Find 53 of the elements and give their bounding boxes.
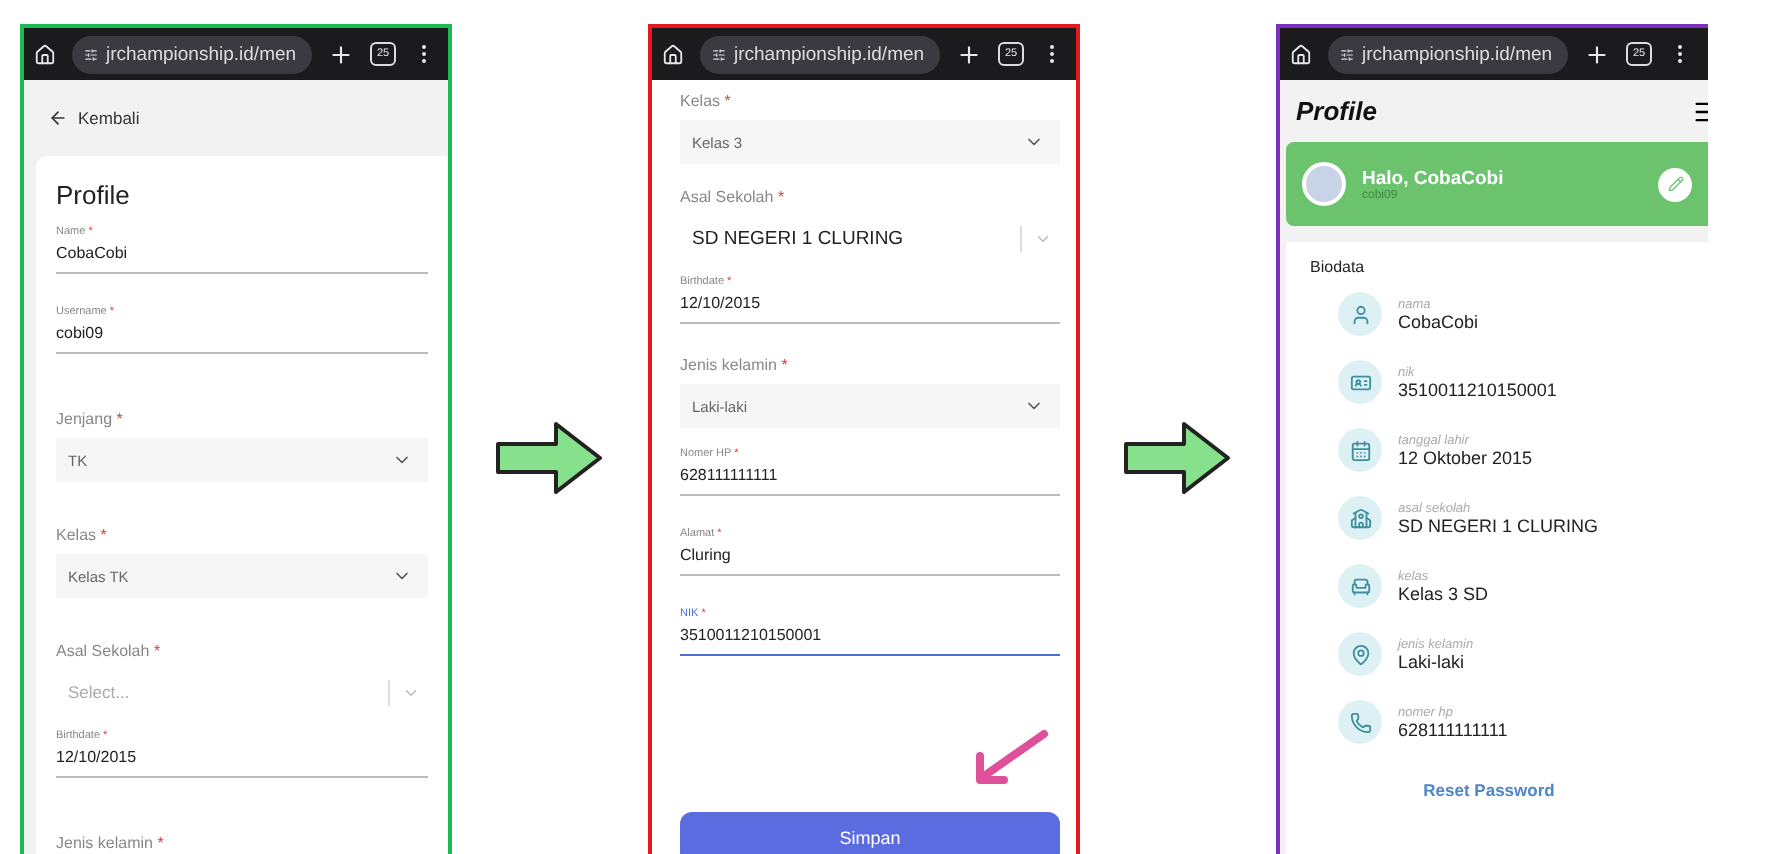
address-bar[interactable]: jrchampionship.id/men (72, 35, 312, 73)
site-settings-icon[interactable] (712, 47, 726, 61)
info-icon (1338, 292, 1382, 336)
save-button[interactable]: Simpan (680, 812, 1060, 854)
page-title: Profile (56, 180, 132, 210)
info-value: SD NEGERI 1 CLURING (1398, 515, 1599, 535)
info-value: Kelas 3 SD (1398, 583, 1489, 603)
info-value: 3510011210150001 (1398, 379, 1557, 399)
text-field[interactable]: 12/10/2015 (680, 288, 1060, 324)
field-label: Jenis kelamin * (680, 356, 790, 374)
back-link[interactable]: Kembali (48, 108, 448, 128)
new-tab-icon[interactable] (328, 41, 354, 67)
text-field[interactable]: Cluring (680, 540, 1060, 576)
info-icon (1338, 700, 1382, 744)
site-settings-icon[interactable] (84, 47, 98, 61)
text-field[interactable]: cobi09 (56, 318, 428, 354)
home-icon[interactable] (662, 43, 684, 65)
site-settings-icon[interactable] (1340, 47, 1354, 61)
info-icon (1338, 428, 1382, 472)
address-bar[interactable]: jrchampionship.id/men (700, 35, 940, 73)
field-label: Asal Sekolah * (680, 188, 787, 206)
text-field[interactable]: 12/10/2015 (56, 742, 428, 778)
info-value: 12 Oktober 2015 (1398, 447, 1533, 467)
info-value: CobaCobi (1398, 311, 1479, 331)
info-value: 628111111111 (1398, 719, 1508, 739)
field-label: Asal Sekolah * (56, 642, 163, 660)
new-tab-icon[interactable] (1584, 41, 1610, 67)
text-field[interactable]: CobaCobi (56, 238, 428, 274)
field-label: Kelas * (680, 92, 733, 110)
text-field[interactable]: 628111111111 (680, 460, 1060, 496)
reset-password-link[interactable]: Reset Password (1423, 780, 1555, 800)
address-bar[interactable]: jrchampionship.id/men (1328, 35, 1568, 73)
section-title: Biodata (1310, 258, 1367, 276)
text-field[interactable]: 3510011210150001 (680, 620, 1060, 656)
info-icon (1338, 496, 1382, 540)
pencil-icon (1667, 176, 1683, 192)
back-arrow-icon (48, 108, 68, 128)
info-icon (1338, 564, 1382, 608)
greeting: Halo, CobaCobi (1362, 167, 1506, 189)
field-label: Jenjang * (56, 410, 125, 428)
select-field[interactable]: SD NEGERI 1 CLURING (680, 216, 1060, 260)
field-label: Kelas * (56, 526, 109, 544)
arrow-icon (496, 420, 604, 496)
info-icon (1338, 632, 1382, 676)
new-tab-icon[interactable] (956, 41, 982, 67)
home-icon[interactable] (1290, 43, 1312, 65)
avatar (1302, 162, 1346, 206)
arrow-icon (1124, 420, 1232, 496)
info-icon (1338, 360, 1382, 404)
page-title: Profile (1296, 96, 1377, 126)
info-value: Laki-laki (1398, 651, 1467, 671)
home-icon[interactable] (34, 43, 56, 65)
field-label: Jenis kelamin * (56, 834, 166, 852)
